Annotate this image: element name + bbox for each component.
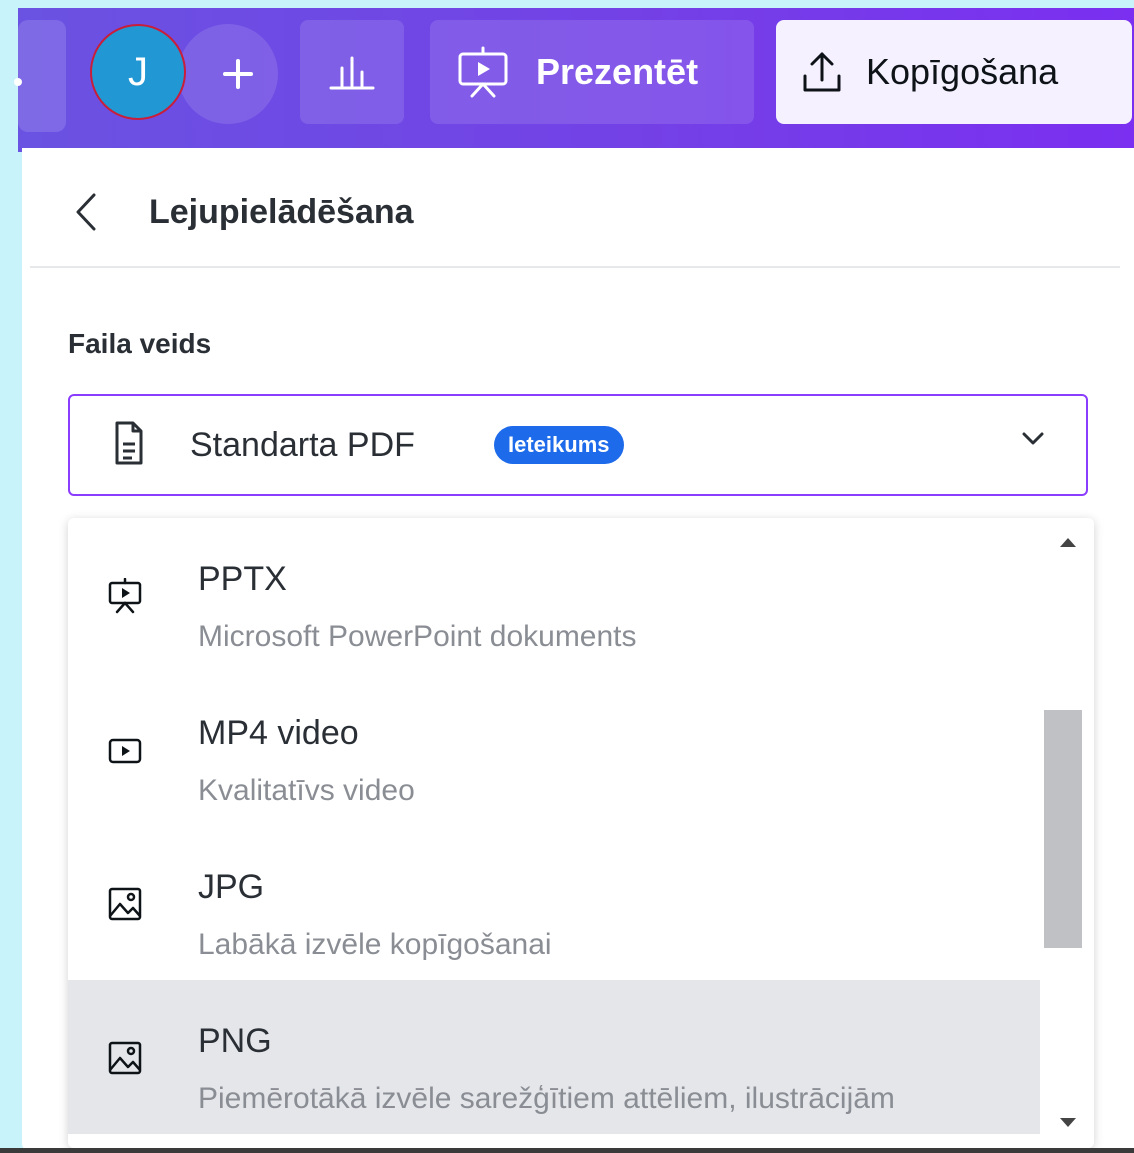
share-label: Kopīgošana xyxy=(866,51,1059,92)
top-toolbar: J Prezentēt Kopīgošana xyxy=(14,8,1134,152)
option-jpg[interactable]: JPG Labākā izvēle kopīgošanai xyxy=(68,826,1040,980)
dropdown-scrollbar[interactable] xyxy=(1040,518,1094,1148)
file-type-label: Faila veids xyxy=(68,328,212,359)
option-title: JPG xyxy=(198,868,265,906)
image-icon xyxy=(108,1041,142,1075)
scroll-down-arrow-icon[interactable] xyxy=(1060,1118,1076,1127)
option-title: PNG xyxy=(198,1022,272,1060)
download-panel: Lejupielādēšana Faila veids Standarta PD… xyxy=(22,148,1134,1153)
add-collaborator-button[interactable] xyxy=(178,24,278,124)
option-mp4[interactable]: MP4 video Kvalitatīvs video xyxy=(68,672,1040,826)
dot-icon xyxy=(14,78,22,86)
toolbar-button-partial[interactable] xyxy=(14,20,66,132)
bottom-edge xyxy=(0,1148,1134,1153)
chevron-down-icon xyxy=(1022,432,1044,445)
share-button[interactable]: Kopīgošana xyxy=(776,20,1132,124)
file-type-select[interactable]: Standarta PDF Ieteikums xyxy=(68,394,1088,496)
presentation-icon xyxy=(458,46,508,98)
video-icon xyxy=(108,738,142,764)
user-avatar[interactable]: J xyxy=(90,24,186,120)
option-description: Piemērotākā izvēle sarežģītiem attēliem,… xyxy=(198,1082,895,1115)
recommended-badge: Ieteikums xyxy=(494,426,624,464)
header-divider xyxy=(30,266,1120,268)
present-button[interactable]: Prezentēt xyxy=(430,20,754,124)
present-label: Prezentēt xyxy=(536,51,699,92)
scrollbar-thumb[interactable] xyxy=(1044,710,1082,948)
option-title: MP4 video xyxy=(198,714,359,752)
scroll-up-arrow-icon[interactable] xyxy=(1060,538,1076,547)
back-button[interactable] xyxy=(66,190,106,234)
upload-icon xyxy=(803,52,841,92)
panel-header: Lejupielādēšana xyxy=(22,148,1126,268)
plus-icon xyxy=(223,59,253,89)
presentation-icon xyxy=(108,578,142,614)
option-description: Kvalitatīvs video xyxy=(198,774,415,807)
option-title: PPTX xyxy=(198,560,287,598)
insights-button[interactable] xyxy=(300,20,404,124)
document-icon xyxy=(115,421,143,465)
option-description: Labākā izvēle kopīgošanai xyxy=(198,928,552,961)
option-description: Microsoft PowerPoint dokuments xyxy=(198,620,637,653)
panel-title: Lejupielādēšana xyxy=(149,193,414,231)
chevron-left-icon xyxy=(76,193,96,231)
image-icon xyxy=(108,887,142,921)
selected-file-type: Standarta PDF xyxy=(190,426,415,464)
option-png[interactable]: PNG Piemērotākā izvēle sarežģītiem attēl… xyxy=(68,980,1040,1134)
bar-chart-icon xyxy=(329,56,375,90)
file-type-dropdown: PPTX Microsoft PowerPoint dokuments MP4 … xyxy=(68,518,1094,1148)
option-pptx[interactable]: PPTX Microsoft PowerPoint dokuments xyxy=(68,518,1040,672)
